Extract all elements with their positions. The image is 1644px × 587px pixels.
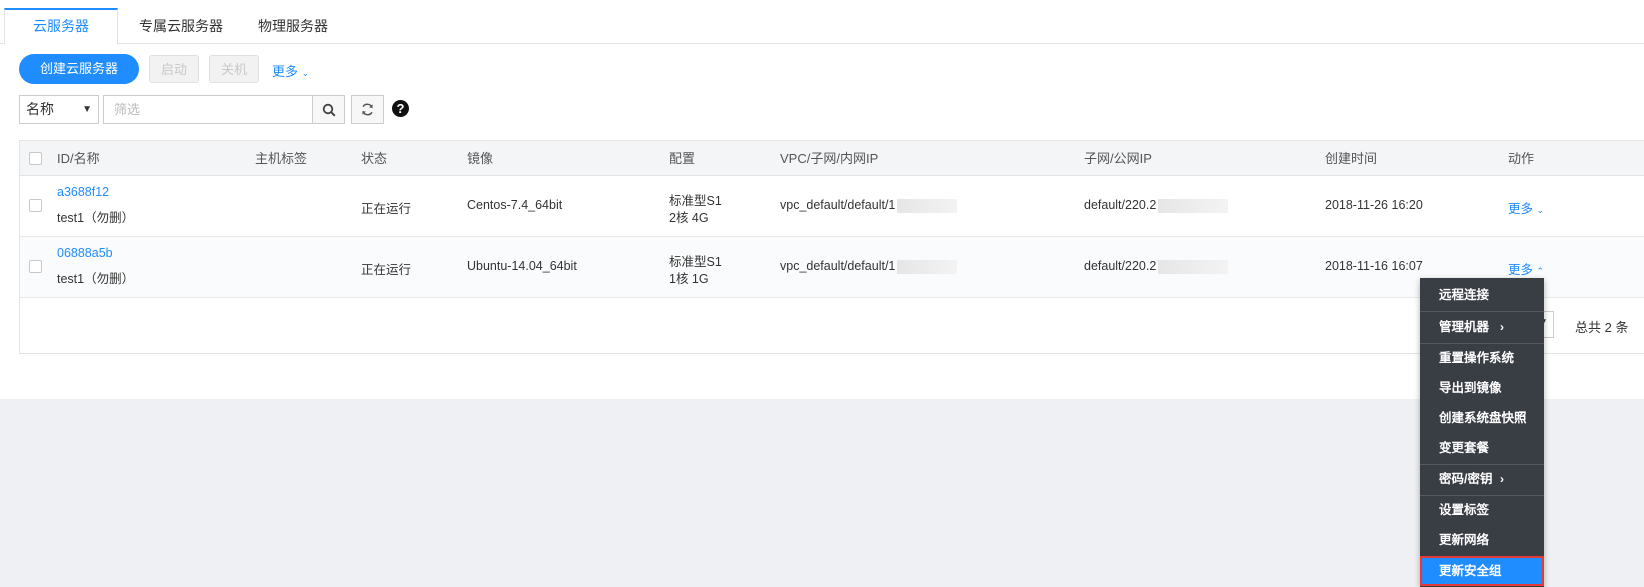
server-name: test1（勿删） xyxy=(57,272,135,286)
chevron-up-icon: ⌃ xyxy=(1536,266,1545,276)
menu-item-manage-machine[interactable]: 管理机器 › xyxy=(1420,312,1544,342)
server-created-time: 2018-11-16 16:07 xyxy=(1325,259,1423,273)
menu-item-change-plan[interactable]: 变更套餐 xyxy=(1420,433,1544,463)
server-config-spec: 2核 4G xyxy=(669,211,709,225)
server-status: 正在运行 xyxy=(361,263,412,277)
column-header-status: 状态 xyxy=(361,151,388,166)
filter-field-value: 名称 xyxy=(26,101,54,117)
row-action-menu: 远程连接 管理机器 › 重置操作系统 导出到镜像 创建系统盘快照 变更套餐 密码/… xyxy=(1420,278,1544,587)
start-button[interactable]: 启动 xyxy=(149,55,199,83)
row-more-label: 更多 xyxy=(1508,263,1534,277)
select-all-checkbox[interactable] xyxy=(29,152,42,165)
menu-item-label: 更新网络 xyxy=(1439,533,1490,547)
redacted-block xyxy=(897,198,958,213)
pagination-total: 总共 2 条 xyxy=(1575,320,1629,335)
redacted-block xyxy=(897,259,958,274)
caret-down-icon: ▼ xyxy=(82,104,92,115)
tab-cloud-server[interactable]: 云服务器 xyxy=(4,8,118,45)
main-panel: 云服务器 专属云服务器 物理服务器 创建云服务器 启动 关机 更多 ⌄ 名称 ▼… xyxy=(0,0,1644,399)
menu-item-label: 管理机器 xyxy=(1439,320,1490,334)
chevron-down-icon: ⌄ xyxy=(1536,205,1545,215)
refresh-icon xyxy=(362,103,373,116)
create-server-button[interactable]: 创建云服务器 xyxy=(19,54,139,84)
menu-item-label: 更新安全组 xyxy=(1439,564,1502,578)
menu-item-update-network[interactable]: 更新网络 xyxy=(1420,525,1544,555)
server-id-link[interactable]: a3688f12 xyxy=(57,185,109,199)
search-button[interactable] xyxy=(312,95,345,124)
column-header-id-name: ID/名称 xyxy=(57,151,100,166)
table-header: ID/名称 主机标签 状态 镜像 配置 VPC/子网/内网IP 子网/公网IP … xyxy=(20,141,1644,176)
server-table: ID/名称 主机标签 状态 镜像 配置 VPC/子网/内网IP 子网/公网IP … xyxy=(19,140,1644,354)
column-header-image: 镜像 xyxy=(467,151,494,166)
column-header-action: 动作 xyxy=(1508,151,1535,166)
menu-item-reset-os[interactable]: 重置操作系统 xyxy=(1420,343,1544,373)
menu-item-update-security-group[interactable]: 更新安全组 xyxy=(1420,556,1544,586)
menu-item-label: 创建系统盘快照 xyxy=(1439,411,1527,425)
row-checkbox[interactable] xyxy=(29,260,42,273)
server-public-ip-text: default/220.2 xyxy=(1084,198,1157,212)
chevron-right-icon: › xyxy=(1500,320,1504,334)
server-config-spec: 1核 1G xyxy=(669,272,709,286)
server-image: Ubuntu-14.04_64bit xyxy=(467,259,577,273)
server-vpc: vpc_default/default/1 xyxy=(780,259,958,274)
column-header-public-ip: 子网/公网IP xyxy=(1084,151,1152,166)
search-icon xyxy=(322,103,336,117)
table-row: 06888a5b test1（勿删） 正在运行 Ubuntu-14.04_64b… xyxy=(20,237,1644,298)
server-created-time: 2018-11-26 16:20 xyxy=(1325,198,1423,212)
toolbar-more-dropdown[interactable]: 更多 ⌄ xyxy=(272,61,309,80)
help-icon[interactable]: ? xyxy=(392,100,409,117)
row-more-dropdown[interactable]: 更多 ⌄ xyxy=(1508,198,1544,217)
menu-item-create-snapshot[interactable]: 创建系统盘快照 xyxy=(1420,403,1544,433)
server-vpc-text: vpc_default/default/1 xyxy=(780,259,896,273)
menu-item-remote-connect[interactable]: 远程连接 xyxy=(1420,280,1544,310)
column-header-vpc: VPC/子网/内网IP xyxy=(780,151,879,166)
row-checkbox[interactable] xyxy=(29,199,42,212)
menu-item-label: 设置标签 xyxy=(1439,503,1490,517)
toolbar-more-label: 更多 xyxy=(272,64,299,79)
row-more-dropdown[interactable]: 更多 ⌃ xyxy=(1508,259,1544,278)
tab-physical-server[interactable]: 物理服务器 xyxy=(230,8,356,45)
server-public-ip-text: default/220.2 xyxy=(1084,259,1157,273)
filter-field-select[interactable]: 名称 ▼ xyxy=(19,95,99,124)
chevron-right-icon: › xyxy=(1500,472,1504,486)
column-header-created: 创建时间 xyxy=(1325,151,1378,166)
server-id-link[interactable]: 06888a5b xyxy=(57,246,113,260)
menu-item-label: 远程连接 xyxy=(1439,288,1490,302)
server-vpc-text: vpc_default/default/1 xyxy=(780,198,896,212)
menu-item-label: 重置操作系统 xyxy=(1439,351,1515,365)
filter-input[interactable] xyxy=(103,95,313,124)
redacted-block xyxy=(1158,198,1229,213)
table-row: a3688f12 test1（勿删） 正在运行 Centos-7.4_64bit… xyxy=(20,176,1644,237)
chevron-down-icon: ⌄ xyxy=(301,68,310,78)
menu-item-label: 密码/密钥 xyxy=(1439,472,1493,486)
redacted-block xyxy=(1158,259,1229,274)
server-name: test1（勿删） xyxy=(57,211,135,225)
column-header-host-tag: 主机标签 xyxy=(255,151,308,166)
menu-item-password-key[interactable]: 密码/密钥 › xyxy=(1420,464,1544,494)
server-vpc: vpc_default/default/1 xyxy=(780,198,958,213)
menu-item-export-image[interactable]: 导出到镜像 xyxy=(1420,373,1544,403)
server-status: 正在运行 xyxy=(361,202,412,216)
stop-button[interactable]: 关机 xyxy=(209,55,259,83)
server-public-ip: default/220.2 xyxy=(1084,198,1229,213)
row-more-label: 更多 xyxy=(1508,202,1534,216)
menu-item-label: 导出到镜像 xyxy=(1439,381,1502,395)
server-public-ip: default/220.2 xyxy=(1084,259,1229,274)
column-header-config: 配置 xyxy=(669,151,696,166)
server-image: Centos-7.4_64bit xyxy=(467,198,563,212)
menu-item-set-tags[interactable]: 设置标签 xyxy=(1420,495,1544,525)
server-type-tabs: 云服务器 专属云服务器 物理服务器 xyxy=(0,0,1644,45)
refresh-button[interactable] xyxy=(351,95,384,124)
menu-item-label: 变更套餐 xyxy=(1439,441,1490,455)
